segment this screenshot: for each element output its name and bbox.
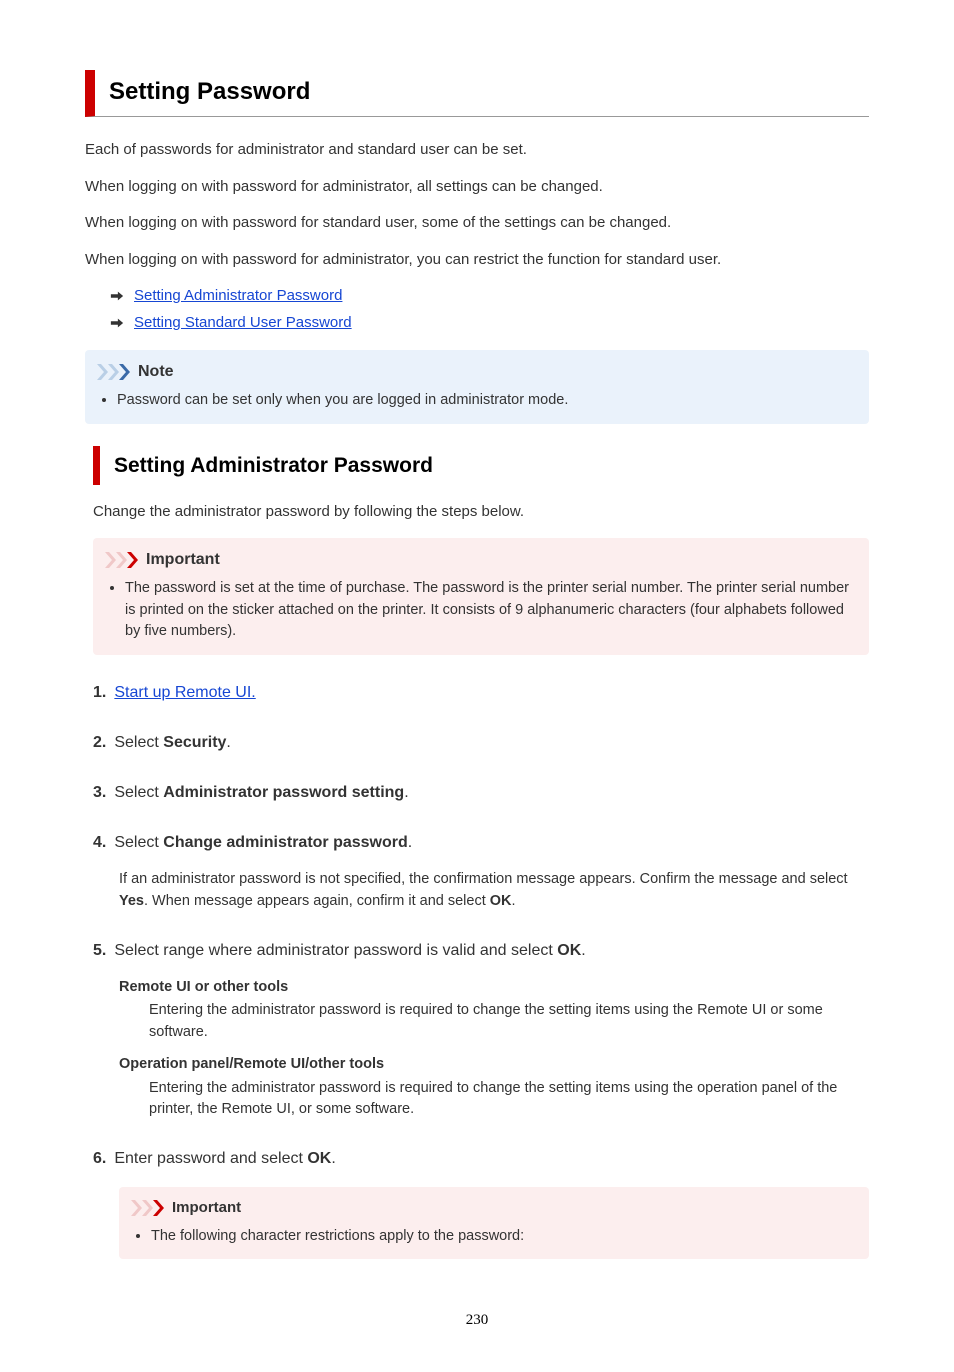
step-text: Select Security. (114, 731, 231, 755)
step-body: If an administrator password is not spec… (119, 869, 869, 913)
step-6: 6 Enter password and select OK. Importan… (93, 1147, 869, 1259)
important-label-text: Important (172, 1197, 241, 1220)
important-callout: Important The password is set at the tim… (93, 538, 869, 655)
section-heading: Setting Administrator Password (93, 446, 869, 486)
step-2: 2 Select Security. (93, 731, 869, 755)
link-start-remote-ui[interactable]: Start up Remote UI. (114, 684, 255, 701)
list-item: Setting Administrator Password (110, 285, 869, 308)
step-3: 3 Select Administrator password setting. (93, 781, 869, 805)
step-5: 5 Select range where administrator passw… (93, 939, 869, 1122)
step-number: 2 (93, 731, 106, 755)
intro-text: When logging on with password for admini… (85, 176, 869, 199)
step-text: Select range where administrator passwor… (114, 939, 585, 963)
section-lead: Change the administrator password by fol… (93, 501, 869, 524)
arrow-right-icon (110, 289, 124, 303)
step-number: 1 (93, 681, 106, 705)
important-label-text: Important (146, 548, 220, 572)
step-number: 3 (93, 781, 106, 805)
step-text: Select Change administrator password. (114, 831, 412, 855)
link-admin-password[interactable]: Setting Administrator Password (134, 285, 342, 308)
arrow-right-icon (110, 316, 124, 330)
page-number: 230 (85, 1309, 869, 1332)
step-text: Enter password and select OK. (114, 1147, 335, 1171)
note-items: Password can be set only when you are lo… (97, 390, 857, 412)
step-1: 1 Start up Remote UI. (93, 681, 869, 705)
steps-list: 1 Start up Remote UI. 2 Select Security.… (93, 681, 869, 1259)
step-number: 6 (93, 1147, 106, 1171)
chevrons-icon (131, 1200, 165, 1216)
important-item: The password is set at the time of purch… (125, 578, 857, 643)
page-title: Setting Password (85, 70, 869, 117)
important-items: The following character restrictions app… (131, 1226, 857, 1248)
chevrons-icon (105, 552, 139, 568)
link-standard-password[interactable]: Setting Standard User Password (134, 312, 352, 335)
definition-term: Operation panel/Remote UI/other tools (119, 1054, 869, 1076)
definition-list: Remote UI or other tools Entering the ad… (119, 977, 869, 1122)
important-label: Important (131, 1197, 857, 1220)
definition-desc: Entering the administrator password is r… (149, 1000, 869, 1044)
important-item: The following character restrictions app… (151, 1226, 857, 1248)
intro-text: Each of passwords for administrator and … (85, 139, 869, 162)
important-callout: Important The following character restri… (119, 1187, 869, 1259)
step-4: 4 Select Change administrator password. … (93, 831, 869, 913)
intro-text: When logging on with password for standa… (85, 212, 869, 235)
definition-desc: Entering the administrator password is r… (149, 1078, 869, 1122)
note-label: Note (97, 360, 857, 384)
definition-term: Remote UI or other tools (119, 977, 869, 999)
note-label-text: Note (138, 360, 174, 384)
step-number: 5 (93, 939, 106, 963)
step-number: 4 (93, 831, 106, 855)
important-items: The password is set at the time of purch… (105, 578, 857, 643)
intro-text: When logging on with password for admini… (85, 249, 869, 272)
chevrons-icon (97, 364, 131, 380)
note-callout: Note Password can be set only when you a… (85, 350, 869, 424)
note-item: Password can be set only when you are lo… (117, 390, 857, 412)
important-label: Important (105, 548, 857, 572)
list-item: Setting Standard User Password (110, 312, 869, 335)
step-text: Select Administrator password setting. (114, 781, 408, 805)
link-list: Setting Administrator Password Setting S… (85, 285, 869, 334)
